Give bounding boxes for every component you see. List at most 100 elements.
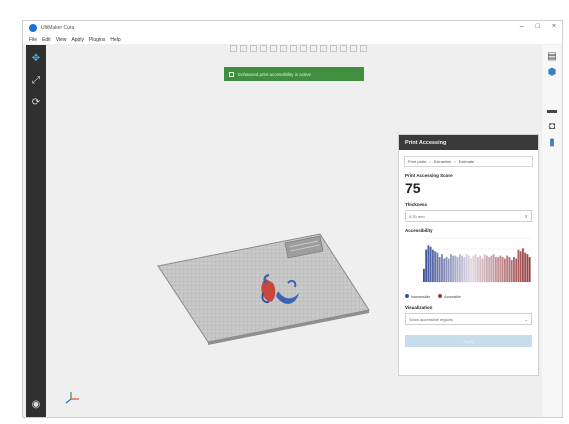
legend-item: Accessible <box>444 295 461 299</box>
chart-bar <box>528 257 531 282</box>
visualization-select[interactable]: Show accessible regions ⌄ <box>405 313 532 325</box>
chart-label: Accessibility <box>405 228 433 233</box>
breadcrumb-item[interactable]: Print parts <box>408 159 426 164</box>
chart-bar <box>443 258 446 282</box>
chart-bar <box>465 254 468 282</box>
view-toolbar <box>230 45 367 52</box>
chart-bar <box>515 258 518 282</box>
axis-gizmo <box>65 392 79 404</box>
chart-bar <box>445 257 448 282</box>
chart-bar <box>492 254 495 282</box>
view-reset-icon[interactable] <box>350 45 357 52</box>
thickness-field[interactable]: 0.20 mm ⇕ <box>405 210 532 222</box>
view-z-icon[interactable] <box>310 45 317 52</box>
material-icon[interactable]: ⬢ <box>546 67 558 79</box>
chart-icon[interactable]: ▮ <box>546 137 558 149</box>
chart-bar <box>499 255 502 282</box>
view-ortho-icon[interactable] <box>330 45 337 52</box>
chart-bar <box>524 252 527 282</box>
view-front-icon[interactable] <box>240 45 247 52</box>
panel-title: Print Accessing <box>399 135 538 150</box>
left-toolbar: ✥ ⤢ ⟳ ◉ <box>26 45 46 417</box>
chart-bar <box>486 255 488 282</box>
view-home-icon[interactable] <box>360 45 367 52</box>
thickness-value: 0.20 mm <box>409 213 425 219</box>
breadcrumb-item[interactable]: Extraction <box>434 159 452 164</box>
view-iso-icon[interactable] <box>280 45 287 52</box>
chart-bar <box>501 257 504 282</box>
view-extra-icon[interactable] <box>340 45 347 52</box>
chart-bar <box>454 255 457 282</box>
checkbox-icon[interactable] <box>229 71 234 77</box>
legend-red-icon <box>438 294 443 298</box>
chart-bar <box>423 268 425 282</box>
chart-bar <box>434 251 437 282</box>
camera-icon[interactable]: ◘ <box>546 121 558 133</box>
chart-legend: Inaccessible Accessible <box>405 294 538 299</box>
chart-bar <box>508 257 511 282</box>
chart-bar <box>474 254 477 282</box>
chart-bar <box>461 255 464 282</box>
breadcrumb: Print parts › Extraction › Estimate <box>404 156 533 167</box>
chart-bar <box>436 252 439 282</box>
rotate-tool-icon[interactable]: ⟳ <box>30 97 42 109</box>
settings-icon[interactable]: ▤ <box>546 51 558 63</box>
view-top-icon[interactable] <box>250 45 257 52</box>
score-value: 75 <box>405 180 421 196</box>
chart-bar <box>441 254 443 282</box>
chart-bar <box>522 248 524 282</box>
chart-bar <box>427 245 430 282</box>
chart-bar <box>495 257 497 282</box>
stepper-icon[interactable]: ⇕ <box>525 214 528 219</box>
app-window: UltiMaker Cura – □ × File Edit View Appl… <box>22 20 563 418</box>
chart-bar <box>517 249 520 282</box>
chart-bar <box>504 258 506 282</box>
view-perspective-icon[interactable] <box>320 45 327 52</box>
chart-bar <box>468 255 470 282</box>
chart-bar <box>497 257 500 282</box>
chart-bar <box>477 257 479 282</box>
chart-bar <box>450 254 452 282</box>
chart-bar <box>432 249 434 282</box>
view-left-icon[interactable] <box>260 45 267 52</box>
chart-bar <box>481 258 484 282</box>
thickness-label: Thickness <box>405 202 428 207</box>
chart-bar <box>425 249 428 282</box>
chart-bar <box>456 257 459 282</box>
chart-bar <box>488 257 491 282</box>
chart-bar <box>483 254 486 282</box>
legend-item: Inaccessible <box>411 295 431 299</box>
view-y-icon[interactable] <box>300 45 307 52</box>
chart-bar <box>470 258 473 282</box>
chart-bar <box>447 258 450 282</box>
view-x-icon[interactable] <box>290 45 297 52</box>
score-label: Print Accessing Score <box>405 173 453 178</box>
view-3d-icon[interactable] <box>230 45 237 52</box>
move-tool-icon[interactable]: ✥ <box>30 53 42 65</box>
chart-bar <box>459 254 461 282</box>
view-right-icon[interactable] <box>270 45 277 52</box>
chevron-down-icon[interactable]: ⌄ <box>525 317 528 322</box>
chart-bar <box>526 254 529 282</box>
printer-icon[interactable]: ▬ <box>546 105 558 117</box>
chart-bar <box>438 257 441 282</box>
chart-bar <box>452 255 455 282</box>
chart-bar <box>429 246 432 282</box>
chart-bar <box>463 257 466 282</box>
chart-bar <box>513 257 515 282</box>
accessibility-chart <box>423 237 531 283</box>
notification-text: Enhanced print accessibility is active <box>238 71 312 77</box>
apply-button[interactable]: Apply <box>405 335 532 347</box>
chart-bar <box>506 255 509 282</box>
chart-bar <box>519 251 522 282</box>
chart-bar <box>479 255 482 282</box>
chart-bar <box>490 255 493 282</box>
support-icon[interactable]: ◉ <box>30 399 42 411</box>
chart-bar <box>472 255 475 282</box>
print-accessing-panel: Print Accessing Print parts › Extraction ›… <box>398 134 539 376</box>
scale-tool-icon[interactable]: ⤢ <box>30 75 42 87</box>
breadcrumb-item[interactable]: Estimate <box>459 159 475 164</box>
visualization-label: Visualization <box>405 305 433 310</box>
notification-banner: Enhanced print accessibility is active <box>224 67 364 81</box>
right-toolbar: ▤ ⬢ ▬ ◘ ▮ <box>542 45 562 417</box>
